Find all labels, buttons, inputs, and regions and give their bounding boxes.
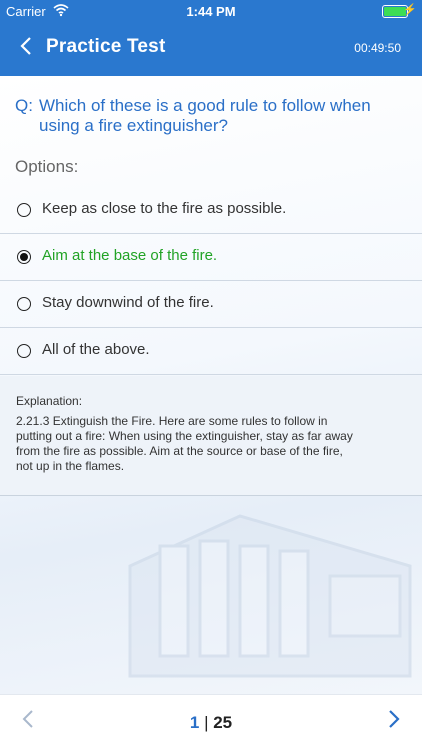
total-pages: 25 bbox=[213, 713, 233, 732]
option-1[interactable]: Keep as close to the fire as possible. bbox=[0, 187, 422, 234]
radio-button-icon[interactable] bbox=[17, 203, 31, 217]
explanation-panel: Explanation: 2.21.3 Extinguish the Fire.… bbox=[0, 376, 422, 496]
current-page: 1 bbox=[189, 713, 200, 732]
radio-button-selected-icon[interactable] bbox=[17, 250, 31, 264]
option-label: Aim at the base of the fire. bbox=[42, 247, 218, 264]
status-time: 1:44 PM bbox=[186, 4, 236, 19]
radio-button-icon[interactable] bbox=[17, 344, 31, 358]
page-indicator: 1 | 25 bbox=[0, 713, 422, 733]
explanation-title: Explanation: bbox=[16, 394, 83, 408]
question-prefix: Q: bbox=[15, 96, 33, 115]
pagination-footer: 1 | 25 bbox=[0, 694, 422, 751]
option-2[interactable]: Aim at the base of the fire. bbox=[0, 234, 422, 281]
radio-button-icon[interactable] bbox=[17, 297, 31, 311]
test-timer: 00:49:50 bbox=[354, 41, 401, 55]
fire-truck-watermark-icon bbox=[128, 514, 412, 678]
nav-bar: Practice Test 00:49:50 bbox=[0, 22, 422, 76]
question-text: Which of these is a good rule to follow … bbox=[39, 96, 371, 135]
charging-icon: ⚡ bbox=[403, 4, 417, 16]
options-label: Options: bbox=[15, 157, 79, 176]
page-separator: | bbox=[204, 713, 209, 732]
page-title: Practice Test bbox=[46, 36, 166, 57]
chevron-right-icon[interactable] bbox=[388, 709, 400, 735]
option-3[interactable]: Stay downwind of the fire. bbox=[0, 281, 422, 328]
chevron-left-icon[interactable] bbox=[20, 36, 32, 60]
option-label: Stay downwind of the fire. bbox=[42, 294, 214, 311]
option-label: Keep as close to the fire as possible. bbox=[42, 200, 287, 217]
status-bar: Carrier 1:44 PM ⚡ bbox=[0, 0, 422, 22]
explanation-text: 2.21.3 Extinguish the Fire. Here are som… bbox=[16, 414, 353, 473]
option-4[interactable]: All of the above. bbox=[0, 328, 422, 375]
option-label: All of the above. bbox=[42, 341, 150, 358]
